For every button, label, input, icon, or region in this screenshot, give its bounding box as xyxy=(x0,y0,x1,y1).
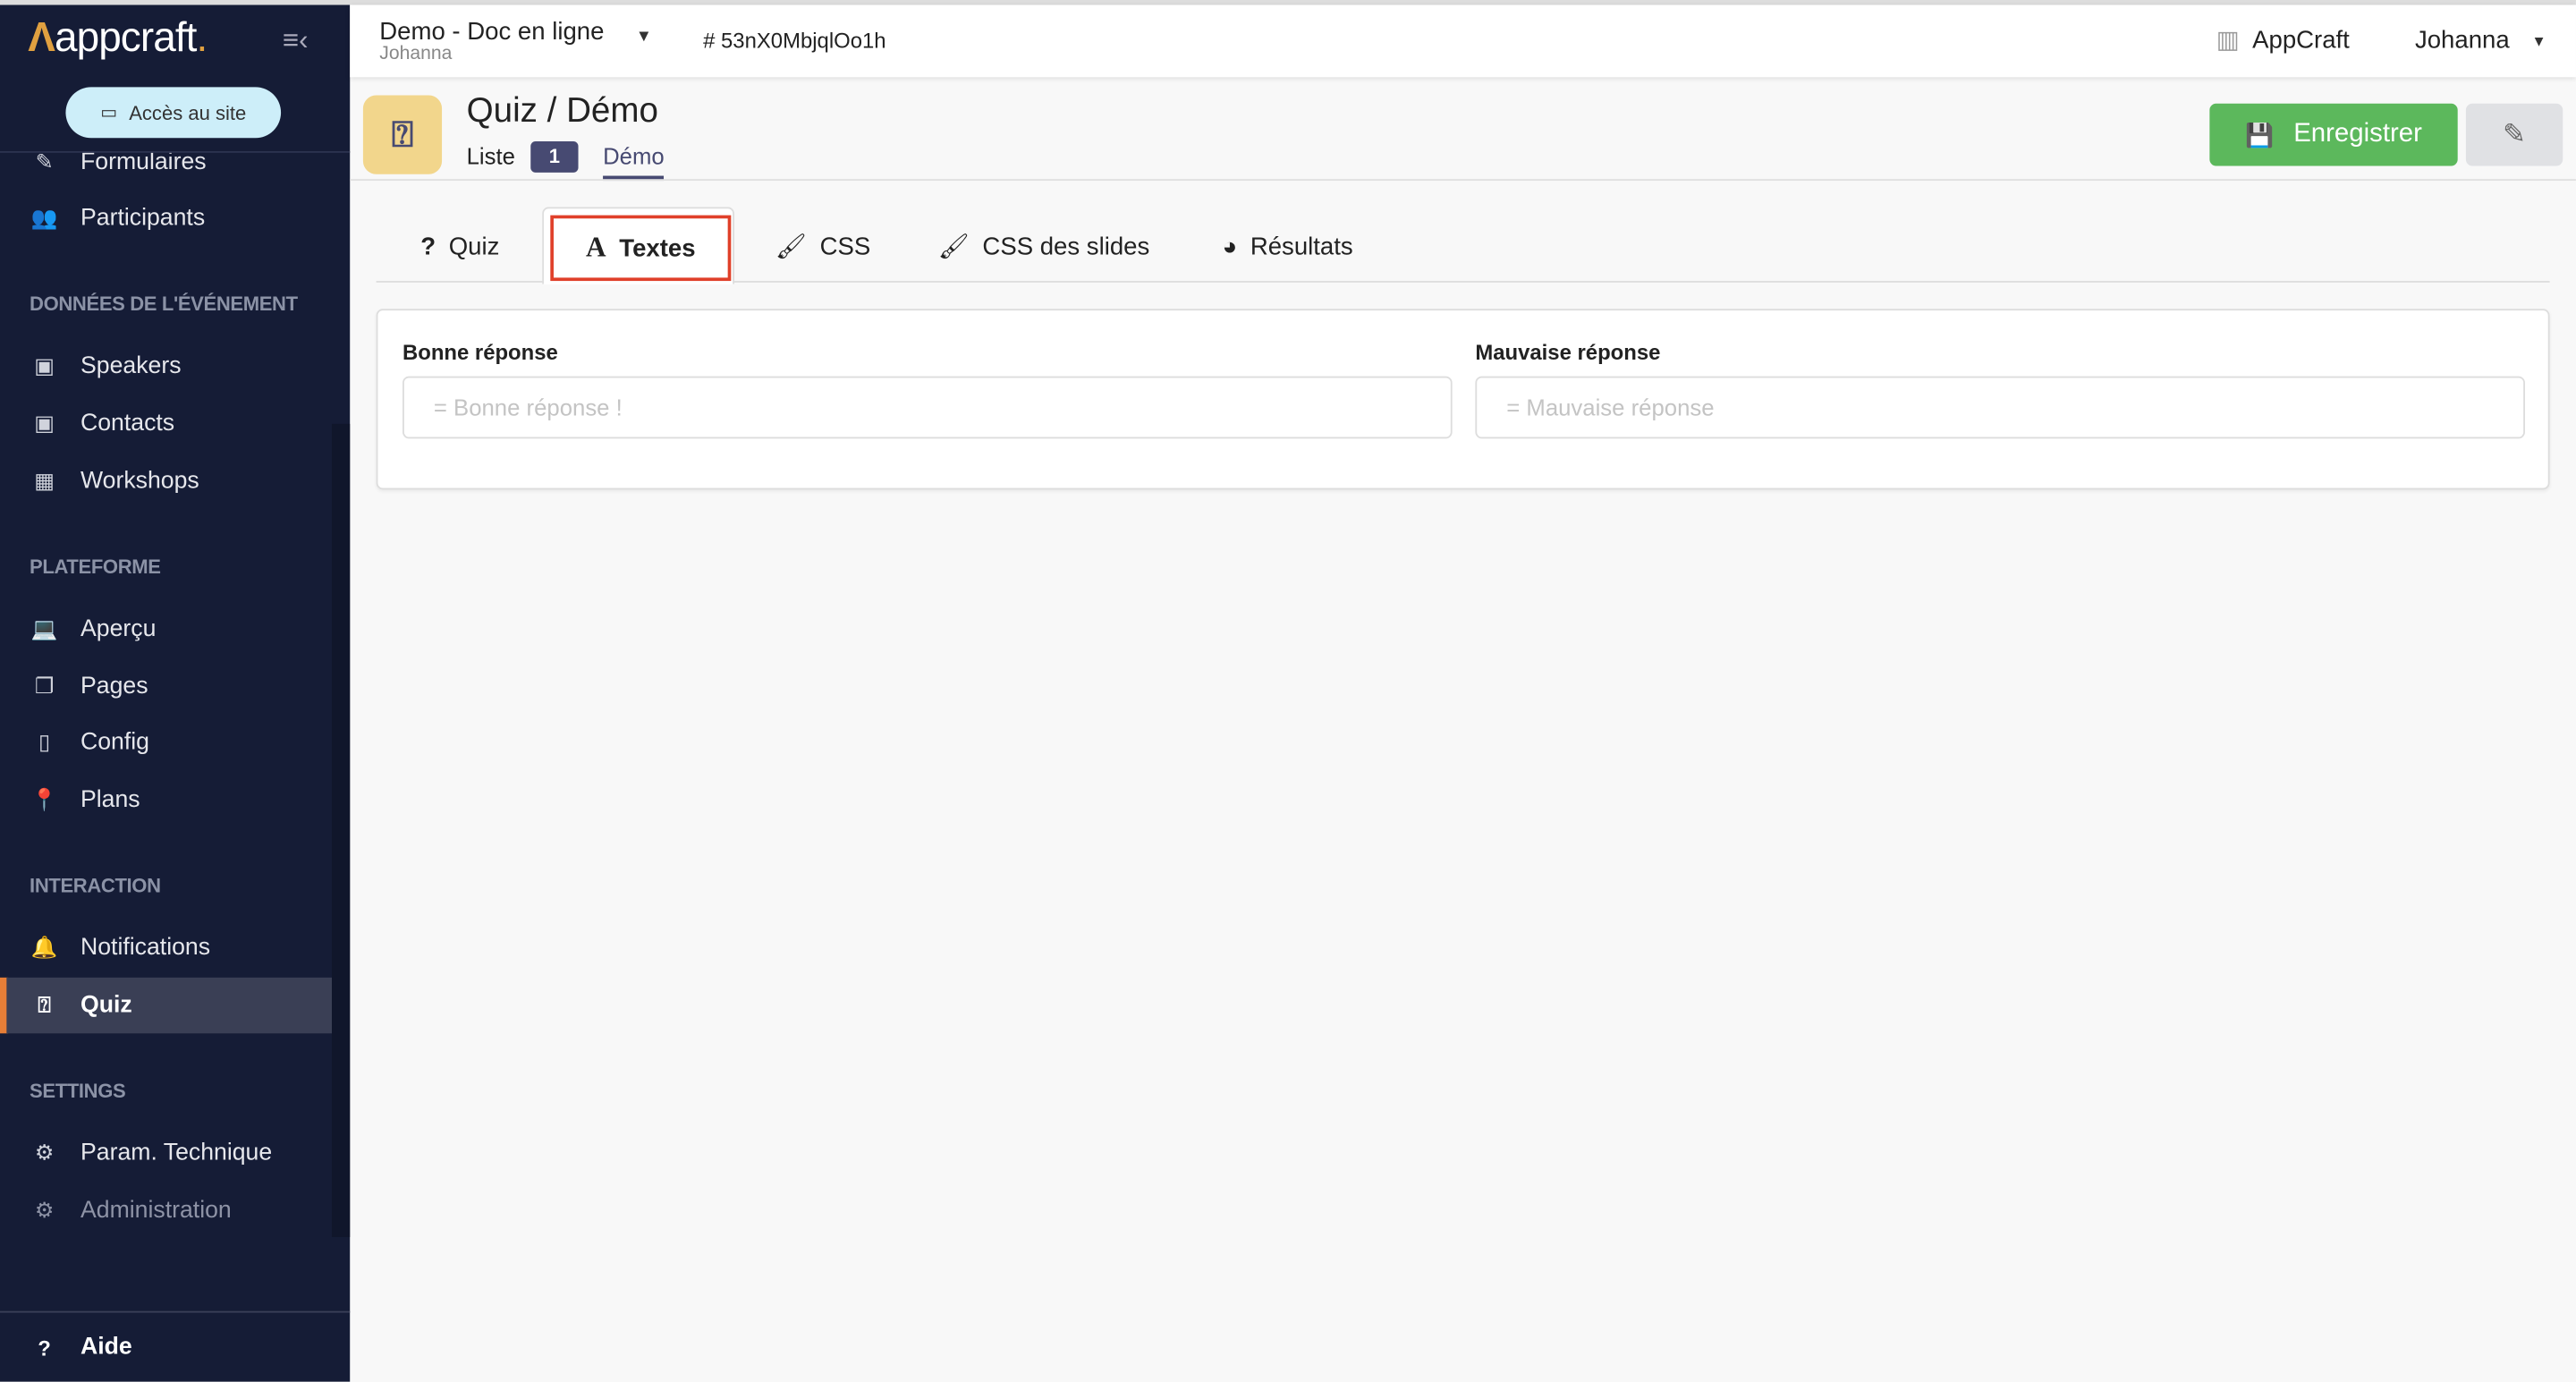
quiz-module-icon: ⍰ xyxy=(362,95,443,174)
sidebar-item-param-technique[interactable]: ⚙ Param. Technique xyxy=(6,1125,332,1181)
sidebar-item-label: Aide xyxy=(80,1334,132,1361)
sidebar-item-help[interactable]: ? Aide xyxy=(6,1319,332,1375)
section-title: INTERACTION xyxy=(30,874,161,897)
font-icon: A xyxy=(586,231,606,263)
laptop-icon: 💻 xyxy=(30,615,58,641)
good-answer-label: Bonne réponse xyxy=(402,340,558,365)
sidebar-item-label: Param. Technique xyxy=(80,1140,273,1167)
sidebar-item-label: Config xyxy=(80,729,149,756)
sidebar-item-label: Aperçu xyxy=(80,615,157,643)
tab-label: Textes xyxy=(619,233,696,262)
tab-textes[interactable]: A Textes xyxy=(550,215,732,282)
app: Λappcraft. ≡‹ ▭ Accès au site ✎ Formulaire… xyxy=(0,0,2576,1382)
quiz-icon: ⍰ xyxy=(38,992,51,1017)
brush-icon: 🖌 xyxy=(937,233,970,262)
sidebar-item-label: Workshops xyxy=(80,468,199,495)
question-icon: ? xyxy=(420,232,436,261)
top-header: Demo - Doc en ligne Johanna ▼ # 53nX0Mbj… xyxy=(350,4,2576,78)
section-title: DONNÉES DE L'ÉVÉNEMENT xyxy=(30,292,298,316)
user-menu[interactable]: Johanna xyxy=(2415,26,2510,54)
logo-text: appcraft xyxy=(54,14,198,61)
pie-chart-icon: ◕ xyxy=(1222,232,1238,261)
id-card-icon: ▣ xyxy=(34,352,55,378)
map-pin-icon: 📍 xyxy=(30,786,58,812)
contact-icon: ▣ xyxy=(34,411,55,436)
sidebar-item-config[interactable]: ▯ Config xyxy=(6,715,332,770)
user-caret-icon[interactable]: ▼ xyxy=(2531,33,2546,49)
project-caret-icon[interactable]: ▼ xyxy=(636,28,652,46)
sidebar-item-contacts[interactable]: ▣ Contacts xyxy=(6,396,332,452)
copy-icon: ❐ xyxy=(34,674,55,699)
bad-answer-input[interactable] xyxy=(1475,376,2526,439)
page-title: Quiz / Démo xyxy=(466,91,658,131)
tab-quiz[interactable]: ? Quiz xyxy=(420,210,499,283)
sidebar-item-notifications[interactable]: 🔔 Notifications xyxy=(6,920,332,976)
edit-button[interactable]: ✎ xyxy=(2465,103,2563,166)
sidebar-item-label: Contacts xyxy=(80,411,175,437)
sidebar-item-participants[interactable]: 👥 Participants xyxy=(6,191,332,246)
sidebar-item-plans[interactable]: 📍 Plans xyxy=(6,772,332,827)
sidebar-item-workshops[interactable]: ▦ Workshops xyxy=(6,454,332,509)
users-icon: 👥 xyxy=(30,205,58,231)
pen-icon: ✎ xyxy=(35,152,54,174)
bell-icon: 🔔 xyxy=(30,935,58,960)
project-selector[interactable]: Demo - Doc en ligne xyxy=(379,18,604,46)
texts-card: Bonne réponse Mauvaise réponse xyxy=(376,309,2550,490)
brush-icon: 🖌 xyxy=(775,233,807,262)
sidebar-item-label: Quiz xyxy=(80,992,132,1019)
tab-css-slides[interactable]: 🖌 CSS des slides xyxy=(938,210,1150,283)
tab-label: Quiz xyxy=(448,232,500,261)
site-access-button[interactable]: ▭ Accès au site xyxy=(65,87,282,139)
sidebar-item-label: Participants xyxy=(80,205,206,232)
section-title: PLATEFORME xyxy=(30,555,161,579)
sidebar-divider xyxy=(0,1310,351,1313)
sidebar-item-label: Administration xyxy=(80,1197,232,1225)
list-count-badge: 1 xyxy=(530,140,579,173)
logo-dot: . xyxy=(196,14,208,61)
breadcrumb-list[interactable]: Liste xyxy=(467,143,515,169)
monitor-icon: ▭ xyxy=(100,103,118,123)
tab-label: Résultats xyxy=(1250,232,1353,261)
project-id: # 53nX0MbjqlOo1h xyxy=(703,28,886,53)
project-owner: Johanna xyxy=(379,44,453,64)
building-icon: ▥ xyxy=(2216,26,2240,55)
collapse-menu-icon[interactable]: ≡‹ xyxy=(283,25,309,58)
header-divider xyxy=(350,179,2576,182)
save-label: Enregistrer xyxy=(2293,120,2422,148)
save-button[interactable]: 💾 Enregistrer xyxy=(2209,103,2458,166)
section-title: SETTINGS xyxy=(30,1079,126,1103)
site-access-label: Accès au site xyxy=(129,100,247,124)
tab-label: CSS xyxy=(819,232,871,261)
sidebar-item-administration[interactable]: ⚙ Administration xyxy=(6,1183,332,1238)
good-answer-input[interactable] xyxy=(402,376,1453,439)
sidebar-item-pages[interactable]: ❐ Pages xyxy=(6,659,332,715)
bad-answer-label: Mauvaise réponse xyxy=(1475,340,1661,365)
breadcrumb-current[interactable]: Démo xyxy=(603,143,665,182)
gear-icon: ⚙ xyxy=(34,1197,55,1223)
sidebar-item-quiz[interactable]: ⍰ Quiz xyxy=(6,977,333,1034)
org-name[interactable]: AppCraft xyxy=(2252,26,2350,54)
save-icon: 💾 xyxy=(2245,120,2275,148)
sidebar-item-label: Speakers xyxy=(80,352,182,380)
sidebar-item-speakers[interactable]: ▣ Speakers xyxy=(6,338,332,394)
tab-css[interactable]: 🖌 CSS xyxy=(775,210,870,283)
cog-box-icon: ⚙ xyxy=(34,1140,55,1166)
sidebar: Λappcraft. ≡‹ ▭ Accès au site ✎ Formulaire… xyxy=(0,4,351,1382)
sidebar-nav: ✎ Formulaires 👥 Participants DONNÉES DE L'… xyxy=(0,153,350,1310)
sidebar-item-label: Pages xyxy=(80,674,148,700)
calendar-icon: ▦ xyxy=(34,468,55,494)
sidebar-item-apercu[interactable]: 💻 Aperçu xyxy=(6,601,332,657)
tab-resultats[interactable]: ◕ Résultats xyxy=(1223,210,1353,283)
logo[interactable]: Λappcraft. xyxy=(28,14,208,63)
mobile-config-icon: ▯ xyxy=(38,729,51,755)
sidebar-item-formulaires[interactable]: ✎ Formulaires xyxy=(6,153,332,191)
sidebar-item-label: Plans xyxy=(80,786,140,814)
logo-mark-icon: Λ xyxy=(28,14,55,61)
sidebar-item-label: Notifications xyxy=(80,935,211,962)
help-circle-icon: ? xyxy=(38,1335,51,1360)
sidebar-item-label: Formulaires xyxy=(80,152,207,176)
sidebar-scrollbar[interactable] xyxy=(332,423,351,1238)
edit-icon: ✎ xyxy=(2502,118,2527,150)
tab-label: CSS des slides xyxy=(982,232,1150,261)
